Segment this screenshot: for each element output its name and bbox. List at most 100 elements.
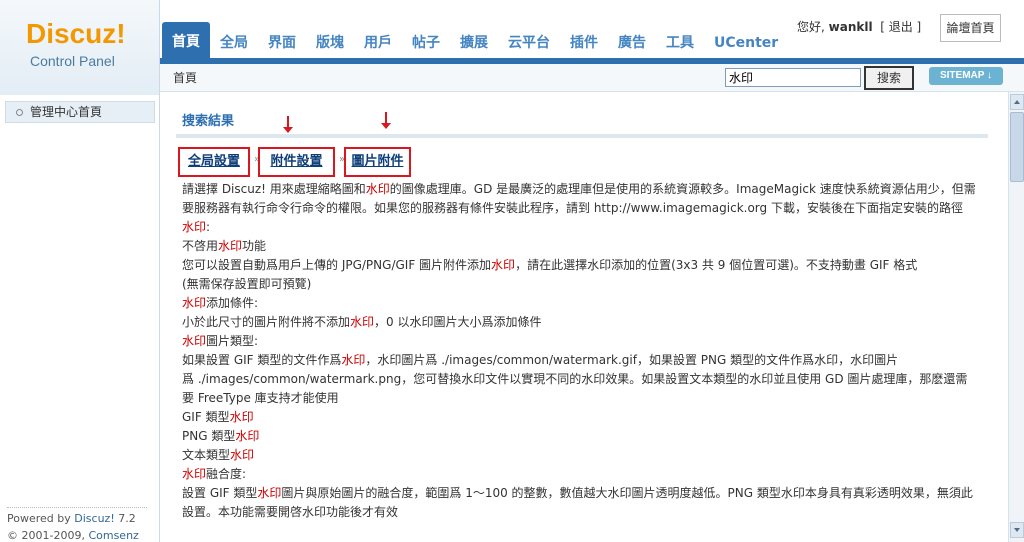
text-line: 爲 ./images/common/watermark.png，您可替換水印文件… xyxy=(182,370,982,389)
nav-tab[interactable]: 全局 xyxy=(210,22,258,60)
main-content: 搜索結果 全局設置 » 附件設置 » 圖片附件 請選擇 Discuz! 用來處理… xyxy=(170,100,1008,542)
scroll-down-icon[interactable] xyxy=(1010,522,1024,538)
text-segment: ，水印圖片爲 ./images/common/watermark.gif，如果設… xyxy=(365,353,899,367)
text-segment: 不啓用 xyxy=(182,239,219,253)
highlight-term: 水印 xyxy=(182,467,207,481)
down-arrow-icon xyxy=(381,112,391,129)
discuz-link[interactable]: Discuz! xyxy=(74,512,114,525)
text-segment: 要 FreeType 庫支持才能使用 xyxy=(182,391,339,405)
text-segment: GIF 類型 xyxy=(182,410,230,424)
text-segment: 小於此尺寸的圖片附件將不添加 xyxy=(182,315,351,329)
text-segment: 設置。本功能需要開啓水印功能後才有效 xyxy=(182,505,399,519)
highlight-term: 水印 xyxy=(182,334,207,348)
text-segment: ，0 以水印圖片大小爲添加條件 xyxy=(374,315,542,329)
text-line: 水印添加條件: xyxy=(182,294,982,313)
highlight-term: 水印 xyxy=(218,239,243,253)
nav-tab[interactable]: 云平台 xyxy=(498,22,560,60)
search-results-title: 搜索結果 xyxy=(182,114,235,129)
nav-tab[interactable]: 擴展 xyxy=(450,22,498,60)
powered-by: Powered by Discuz! 7.2 © 2001-2009, Coms… xyxy=(7,507,147,542)
nav-tab[interactable]: 工具 xyxy=(656,22,704,60)
sidebar-item-admin-home[interactable]: 管理中心首頁 xyxy=(5,101,155,123)
text-segment: PNG 類型 xyxy=(182,429,236,443)
text-line: 水印圖片類型: xyxy=(182,332,982,351)
title-divider xyxy=(176,134,988,138)
highlight-term: 水印 xyxy=(230,448,255,462)
sidebar-item-label: 管理中心首頁 xyxy=(30,105,103,119)
user-info: 您好, wankll [ 退出 ] xyxy=(797,18,921,35)
nav-tab[interactable]: UCenter xyxy=(704,22,788,60)
text-segment: 請選擇 Discuz! 用來處理縮略圖和 xyxy=(182,182,366,196)
powered-prefix: Powered by xyxy=(7,512,75,525)
text-line: GIF 類型水印 xyxy=(182,408,982,427)
nav-tab[interactable]: 廣告 xyxy=(608,22,656,60)
nav-tabs: 首頁 全局 界面 版塊 用戶 帖子 擴展 云平台 插件 廣告 工具 UCenter xyxy=(162,16,788,60)
down-arrow-icon xyxy=(283,116,293,133)
breadcrumb[interactable]: 首頁 xyxy=(173,69,197,86)
highlight-term: 水印 xyxy=(182,220,207,234)
highlight-term: 水印 xyxy=(182,296,207,310)
scroll-up-icon[interactable] xyxy=(1010,94,1024,110)
text-line: 請選擇 Discuz! 用來處理縮略圖和水印的圖像處理庫。GD 是最廣泛的處理庫… xyxy=(182,180,982,199)
sitemap-button[interactable]: SITEMAP ↓ xyxy=(929,67,1003,85)
sidebar: 管理中心首頁 Powered by Discuz! 7.2 © 2001-200… xyxy=(0,95,160,542)
text-segment: : xyxy=(206,220,211,234)
logout-link[interactable]: [ 退出 ] xyxy=(880,20,921,34)
highlight-term: 水印 xyxy=(491,258,516,272)
copyright-prefix: © 2001-2009, xyxy=(7,529,89,542)
crumb-image-attachment[interactable]: 圖片附件 xyxy=(344,147,411,177)
search-button[interactable]: 搜索 xyxy=(864,66,914,90)
text-segment: 添加條件: xyxy=(206,296,259,310)
crumb-attachment-settings[interactable]: 附件設置 xyxy=(258,147,335,177)
nav-tab[interactable]: 用戶 xyxy=(354,22,402,60)
text-line: (無需保存設置即可預覽) xyxy=(182,275,982,294)
highlight-term: 水印 xyxy=(365,182,390,196)
text-line: 設置 GIF 類型水印圖片與原始圖片的融合度，範圍爲 1～100 的整數，數值越… xyxy=(182,484,982,503)
highlight-term: 水印 xyxy=(341,353,366,367)
text-line: 要 FreeType 庫支持才能使用 xyxy=(182,389,982,408)
scroll-thumb[interactable] xyxy=(1010,112,1024,182)
text-segment: 要服務器有執行命令行命令的權限。如果您的服務器有條件安裝此程序，請到 http:… xyxy=(182,201,963,215)
text-segment: 圖片類型: xyxy=(206,334,259,348)
greeting: 您好, xyxy=(797,20,825,34)
logo-brand: Discuz! xyxy=(26,18,126,49)
nav-tab[interactable]: 首頁 xyxy=(162,22,210,60)
crumb-global-settings[interactable]: 全局設置 xyxy=(178,147,250,177)
forum-home-button[interactable]: 論壇首頁 xyxy=(940,14,1001,42)
circle-bullet-icon xyxy=(16,109,23,116)
text-segment: 爲 ./images/common/watermark.png，您可替換水印文件… xyxy=(182,372,968,386)
text-line: 文本類型水印 xyxy=(182,446,982,465)
text-segment: (無需保存設置即可預覽) xyxy=(182,277,312,291)
text-line: PNG 類型水印 xyxy=(182,427,982,446)
highlight-term: 水印 xyxy=(235,429,260,443)
version: 7.2 xyxy=(114,512,136,525)
sub-toolbar: 首頁 搜索 SITEMAP ↓ xyxy=(160,64,1024,92)
text-line: 您可以設置自動爲用戶上傳的 JPG/PNG/GIF 圖片附件添加水印，請在此選擇… xyxy=(182,256,982,275)
nav-tab[interactable]: 界面 xyxy=(258,22,306,60)
text-segment: 的圖像處理庫。GD 是最廣泛的處理庫但是使用的系統資源較多。ImageMagic… xyxy=(389,182,976,196)
highlight-term: 水印 xyxy=(350,315,375,329)
text-line: 如果設置 GIF 類型的文件作爲水印，水印圖片爲 ./images/common… xyxy=(182,351,982,370)
nav-tab[interactable]: 版塊 xyxy=(306,22,354,60)
text-segment: 如果設置 GIF 類型的文件作爲 xyxy=(182,353,342,367)
username: wankll xyxy=(828,20,873,34)
text-segment: 文本類型 xyxy=(182,448,231,462)
nav-tab[interactable]: 帖子 xyxy=(402,22,450,60)
nav-tab[interactable]: 插件 xyxy=(560,22,608,60)
search-input[interactable] xyxy=(725,68,861,87)
text-segment: 圖片與原始圖片的融合度，範圍爲 1～100 的整數，數值越大水印圖片透明度越低。… xyxy=(281,486,973,500)
result-description: 請選擇 Discuz! 用來處理縮略圖和水印的圖像處理庫。GD 是最廣泛的處理庫… xyxy=(182,180,982,522)
text-line: 不啓用水印功能 xyxy=(182,237,982,256)
logo-subtitle: Control Panel xyxy=(30,53,115,69)
logo[interactable]: Discuz! Control Panel xyxy=(0,0,160,95)
text-line: 要服務器有執行命令行命令的權限。如果您的服務器有條件安裝此程序，請到 http:… xyxy=(182,199,982,218)
text-line: 設置。本功能需要開啓水印功能後才有效 xyxy=(182,503,982,522)
text-line: 水印融合度: xyxy=(182,465,982,484)
text-segment: 融合度: xyxy=(206,467,247,481)
text-line: 水印: xyxy=(182,218,982,237)
scrollbar[interactable] xyxy=(1008,92,1024,542)
text-segment: 設置 GIF 類型 xyxy=(182,486,258,500)
highlight-term: 水印 xyxy=(257,486,282,500)
highlight-term: 水印 xyxy=(229,410,254,424)
text-segment: ，請在此選擇水印添加的位置(3x3 共 9 個位置可選)。不支持動畫 GIF 格… xyxy=(515,258,918,272)
